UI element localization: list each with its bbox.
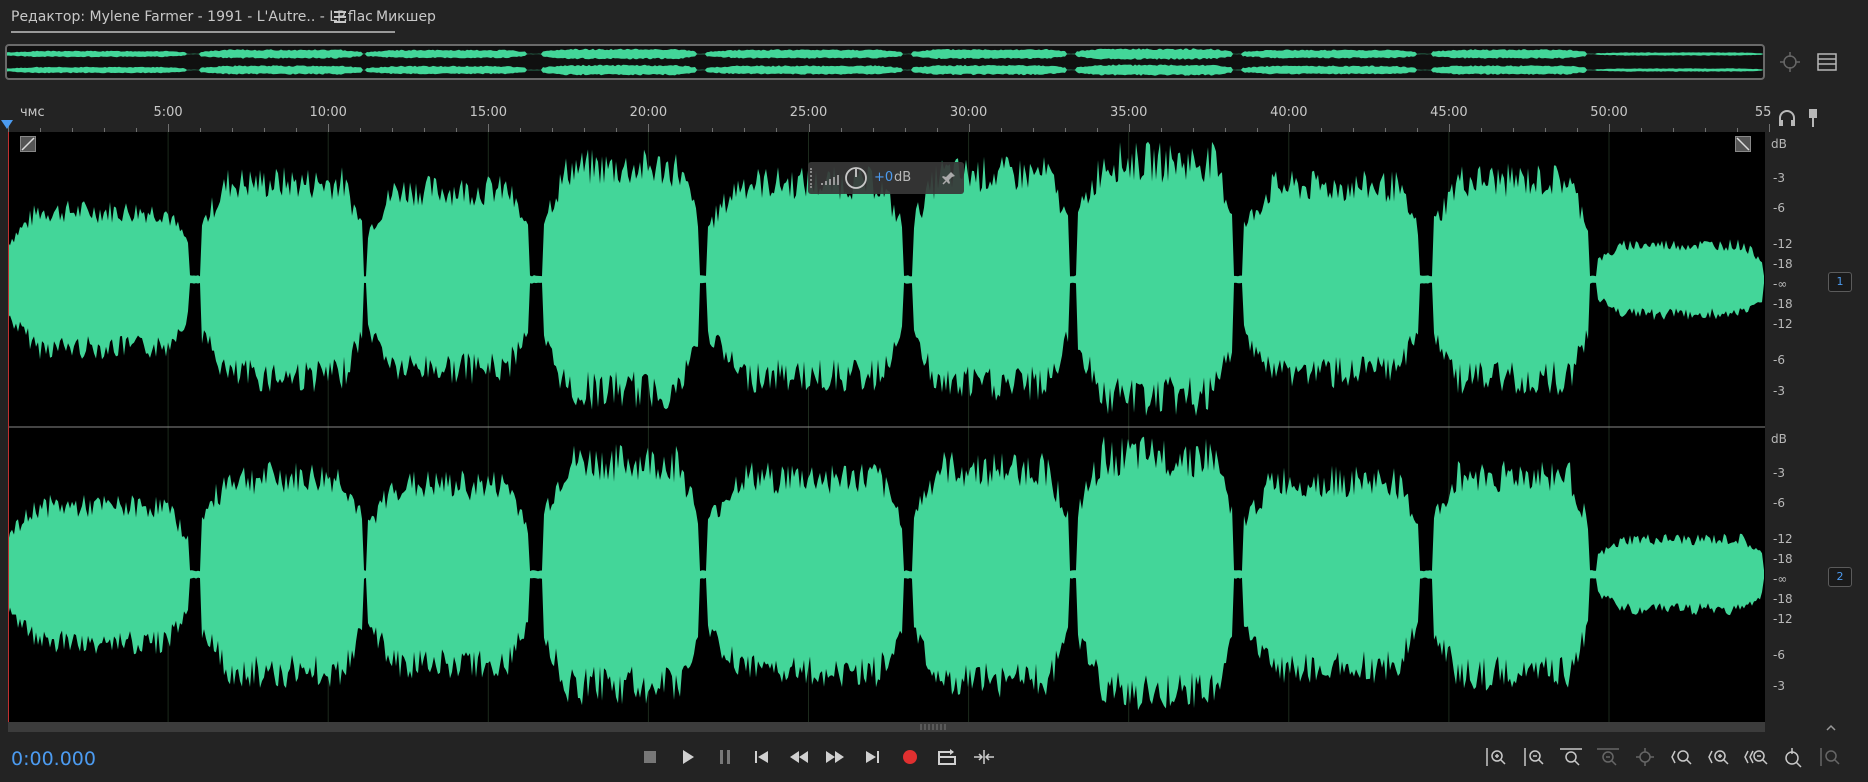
loop-playback-icon[interactable] [933,746,961,768]
ruler-tick [1609,124,1610,132]
db-scale-label: -12 [1773,317,1793,331]
zoom-out-time-icon[interactable] [1742,746,1770,768]
db-scale-label: -6 [1773,496,1785,510]
ruler-tick [328,124,330,132]
db-scale-label: -∞ [1773,277,1788,291]
waveform-channel-2 [8,436,1764,711]
ruler-tick [968,124,970,132]
ruler-tick [1448,124,1450,132]
record-icon[interactable] [896,746,924,768]
scrollbar-grip-icon[interactable] [918,724,948,730]
active-tab-underline [11,31,395,33]
db-scale-label: -18 [1773,552,1793,566]
skip-to-end-icon[interactable] [858,746,886,768]
skip-selection-icon[interactable] [970,746,998,768]
waveform-channel-1 [7,48,1763,60]
zoom-out-amplitude-icon[interactable] [1520,746,1548,768]
tab-mixer[interactable]: Микшер [376,9,436,25]
fast-forward-icon[interactable] [821,746,849,768]
ruler-tick [808,124,810,132]
overview-panel-menu-icon[interactable] [1815,50,1839,74]
ruler-tick [488,124,490,132]
timecode-display[interactable]: 0:00.000 [11,748,96,770]
ruler-tick [648,124,650,132]
stop-icon[interactable] [636,746,664,768]
db-scale-label: dB [1771,137,1787,151]
zoom-reset-icon[interactable] [1631,746,1659,768]
tab-editor[interactable]: Редактор: Mylene Farmer - 1991 - L'Autre… [11,9,395,33]
time-ruler[interactable]: чмс 5:00 10:00 15:00 20:00 25:00 30:00 35:00 40… [8,105,1771,132]
db-scale-label: -6 [1773,648,1785,662]
waveform-channel-2 [7,64,1763,76]
zoom-settings-icon[interactable] [1816,746,1844,768]
channel-1-badge[interactable]: 1 [1828,272,1852,292]
db-scale-label: -18 [1773,297,1793,311]
ruler-tick-label: 25:00 [789,105,828,120]
fade-out-handle-icon[interactable] [1735,136,1751,152]
ruler-tick-label: 35:00 [1109,105,1148,120]
pin-marker-icon[interactable] [1801,106,1825,130]
overview-waveform[interactable] [5,44,1765,80]
level-meter-icon [820,170,842,186]
ruler-tick-label: 5:00 [153,105,183,120]
channel-2-badge[interactable]: 2 [1828,567,1852,587]
db-scale-label: dB [1771,432,1787,446]
ruler-tick-label: 10:00 [309,105,347,120]
zoom-to-full-icon[interactable] [1557,746,1585,768]
db-scale-label: -6 [1773,353,1785,367]
db-scale-label: -18 [1773,257,1793,271]
fade-in-handle-icon[interactable] [20,136,36,152]
hud-pin-icon[interactable] [942,171,956,185]
ruler-tick-label: 30:00 [949,105,988,120]
tab-editor-label: Редактор: Mylene Farmer - 1991 - L'Autre… [11,9,373,25]
zoom-in-amplitude-icon[interactable] [1482,746,1510,768]
ruler-tick [1288,124,1290,132]
db-scale-label: -3 [1773,679,1785,693]
gain-knob-icon[interactable] [844,166,868,190]
ruler-tick-label: 50:00 [1590,105,1628,120]
db-scale-label: -∞ [1773,572,1788,586]
headphones-icon[interactable] [1775,106,1799,130]
skip-to-start-icon[interactable] [748,746,776,768]
horizontal-scrollbar[interactable] [8,722,1765,732]
zoom-to-playhead-icon[interactable] [1779,746,1807,768]
db-scale-label: -3 [1773,466,1785,480]
scroll-up-icon[interactable] [1824,722,1838,732]
playhead-marker-icon[interactable] [0,118,14,132]
tab-menu-icon[interactable] [334,11,346,23]
play-icon[interactable] [674,746,702,768]
ruler-tick-label: 15:00 [469,105,508,120]
zoom-to-selection-bottom-icon[interactable] [1594,746,1622,768]
ruler-tick-label: 40:00 [1270,105,1308,120]
panel-tabs: Редактор: Mylene Farmer - 1991 - L'Autre… [0,0,1868,38]
db-scale-label: -18 [1773,592,1793,606]
tab-mixer-label: Микшер [376,9,436,25]
zoom-to-selection-icon[interactable] [1778,50,1802,74]
ruler-tick [1769,124,1771,132]
ruler-tick-label: 45:00 [1430,105,1468,120]
db-scale-label: -6 [1773,201,1785,215]
waveform-display[interactable] [8,132,1765,722]
gain-unit: dB [894,170,912,185]
ruler-tick-label: 20:00 [629,105,668,120]
db-scale-label: -12 [1773,612,1793,626]
db-scale-label: -12 [1773,532,1793,546]
hud-drag-handle-icon[interactable] [810,168,818,188]
amplitude-scale[interactable]: dB -3 -6 -12 -18 -∞ -18 -12 -6 -3 dB -3 -6 -12 -18 -∞ -… [1765,132,1825,722]
rewind-icon[interactable] [785,746,813,768]
gain-hud[interactable]: +0 dB [808,162,964,194]
ruler-tick-label: 55 [1754,105,1772,120]
db-scale-label: -12 [1773,237,1793,251]
gain-value[interactable]: +0 [874,170,893,185]
zoom-in-time-icon[interactable] [1705,746,1733,768]
db-scale-label: -3 [1773,384,1785,398]
ruler-tick [1128,124,1130,132]
zoom-in-out-left-icon[interactable] [1668,746,1696,768]
ruler-unit-label: чмс [20,105,45,120]
db-scale-label: -3 [1773,171,1785,185]
pause-icon[interactable] [711,746,739,768]
ruler-tick [168,124,170,132]
